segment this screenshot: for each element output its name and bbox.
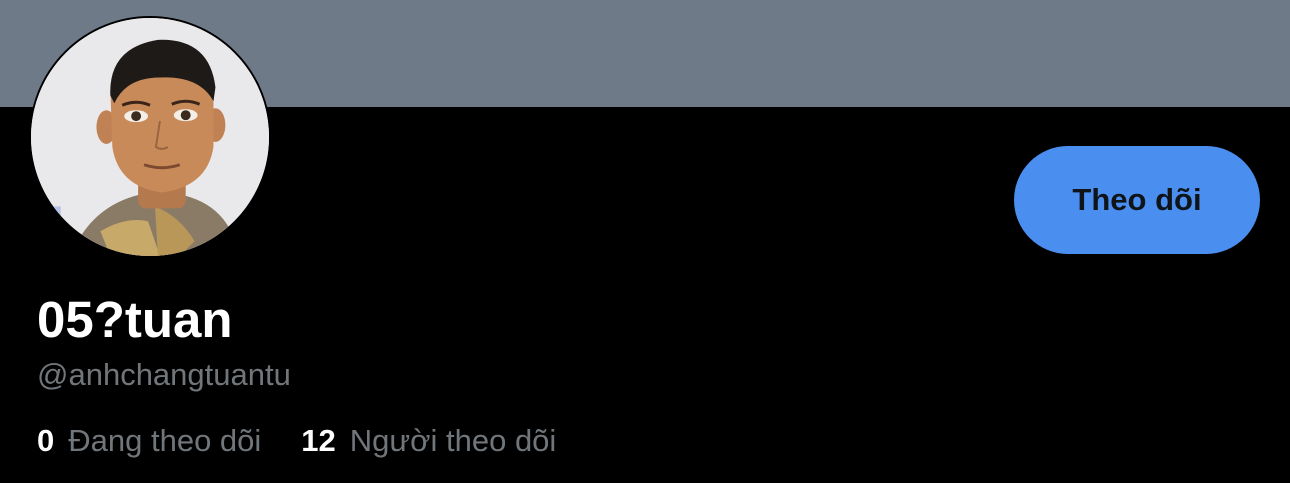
following-link[interactable]: 0 Đang theo dõi [37,421,261,461]
followers-link[interactable]: 12 Người theo dõi [301,421,556,461]
username-handle: @anhchangtuantu [37,357,291,392]
follow-stats: 0 Đang theo dõi 12 Người theo dõi [37,421,556,461]
following-label: Đang theo dõi [68,423,262,458]
following-count: 0 [37,423,55,458]
display-name: 05?tuan [37,291,233,348]
avatar[interactable] [29,16,271,258]
avatar-image [31,18,269,256]
followers-label: Người theo dõi [349,423,557,458]
followers-count: 12 [301,423,336,458]
profile-page: Theo dõi 05?tuan @anhchangtuantu 0 Đang … [0,0,1290,483]
follow-button[interactable]: Theo dõi [1014,146,1260,254]
